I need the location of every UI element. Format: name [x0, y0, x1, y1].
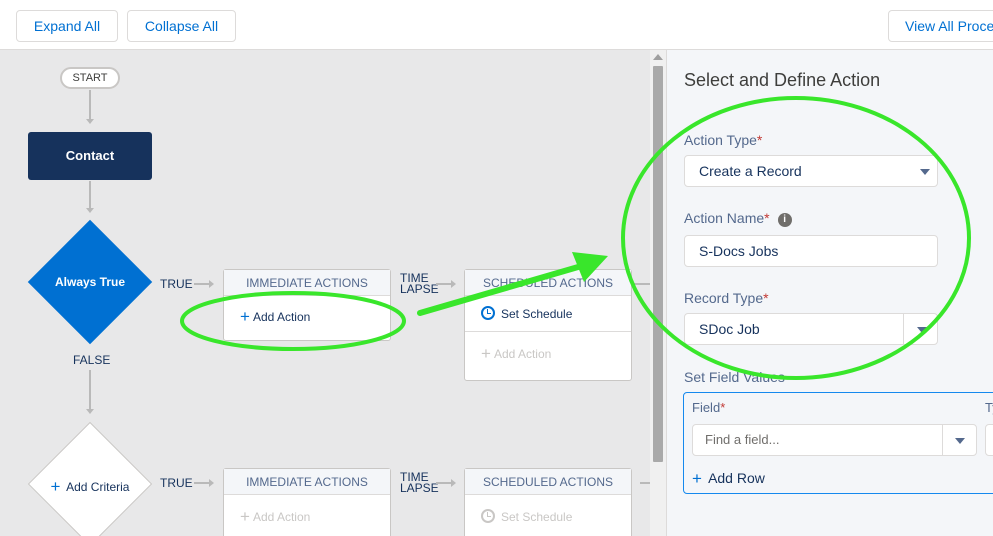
- required-marker: *: [763, 290, 769, 306]
- connector-line: [640, 482, 650, 484]
- action-type-label-text: Action Type: [684, 132, 757, 148]
- find-field-input[interactable]: Find a field...: [692, 424, 977, 456]
- connector-line: [194, 482, 210, 484]
- lapse-text: LAPSE: [400, 282, 439, 296]
- immediate-actions-header: IMMEDIATE ACTIONS: [224, 270, 390, 296]
- scroll-up-icon[interactable]: [653, 54, 663, 60]
- set-schedule-link-disabled: Set Schedule: [465, 495, 631, 531]
- action-type-label: Action Type*: [684, 132, 762, 148]
- plus-icon: +: [240, 307, 250, 326]
- chevron-down-icon: [917, 327, 927, 333]
- top-toolbar: Expand All Collapse All View All Proce: [0, 0, 993, 50]
- time-lapse-label: TIME LAPSE: [400, 272, 439, 296]
- plus-icon: +: [240, 507, 250, 526]
- arrow-down-icon: [86, 208, 94, 213]
- record-type-select[interactable]: SDoc Job: [684, 313, 938, 345]
- expand-all-button[interactable]: Expand All: [16, 10, 118, 42]
- add-row-button[interactable]: + Add Row: [692, 469, 765, 489]
- set-schedule-label: Set Schedule: [501, 307, 573, 321]
- arrow-right-icon: [209, 280, 214, 288]
- clock-icon: [481, 306, 495, 320]
- add-criteria-label[interactable]: + Add Criteria: [30, 477, 150, 497]
- connector-line: [633, 283, 650, 285]
- record-type-value: SDoc Job: [699, 321, 760, 337]
- add-action-link-disabled: + Add Action: [465, 332, 631, 376]
- required-marker: *: [720, 400, 726, 415]
- arrow-right-icon: [451, 280, 456, 288]
- action-name-input[interactable]: S-Docs Jobs: [684, 235, 938, 267]
- clock-icon: [481, 509, 495, 523]
- false-label: FALSE: [73, 353, 111, 367]
- chevron-down-icon: [955, 438, 965, 444]
- panel-title: Select and Define Action: [684, 70, 881, 90]
- add-action-link[interactable]: + Add Action: [224, 296, 390, 338]
- connector-line: [194, 283, 210, 285]
- plus-icon: +: [50, 477, 61, 496]
- info-icon[interactable]: i: [777, 213, 792, 227]
- add-action-label: Add Action: [252, 310, 311, 324]
- add-row-label: Add Row: [708, 470, 765, 486]
- view-all-processes-button[interactable]: View All Proce: [888, 10, 993, 42]
- field-divider: [942, 425, 943, 455]
- true-label: TRUE: [160, 277, 193, 291]
- field-divider: [903, 314, 904, 344]
- arrow-right-icon: [209, 479, 214, 487]
- arrow-down-icon: [86, 119, 94, 124]
- connector-line: [436, 482, 452, 484]
- set-schedule-label: Set Schedule: [501, 510, 573, 524]
- plus-icon: +: [692, 469, 702, 488]
- action-name-label: Action Name* i: [684, 210, 792, 227]
- object-node-contact[interactable]: Contact: [28, 132, 152, 180]
- add-action-link-disabled: + Add Action: [224, 495, 390, 531]
- true-label: TRUE: [160, 476, 193, 490]
- action-type-select[interactable]: Create a Record: [684, 155, 938, 187]
- chevron-down-icon: [920, 169, 930, 175]
- connector-line: [89, 181, 91, 209]
- required-marker: *: [756, 132, 763, 148]
- collapse-all-button[interactable]: Collapse All: [127, 10, 236, 42]
- record-type-label: Record Type*: [684, 290, 769, 306]
- scheduled-actions-box: SCHEDULED ACTIONS Set Schedule: [464, 468, 632, 536]
- define-action-panel: Select and Define Action Action Type* Cr…: [666, 50, 993, 536]
- connector-line: [436, 283, 452, 285]
- scrollbar-thumb[interactable]: [653, 66, 663, 462]
- start-node: START: [60, 67, 120, 89]
- scheduled-actions-header: SCHEDULED ACTIONS: [465, 469, 631, 495]
- field-values-box: Field* Ty Find a field... + Add Row: [683, 392, 993, 494]
- immediate-actions-box: IMMEDIATE ACTIONS + Add Action: [223, 269, 391, 341]
- record-type-label-text: Record Type: [684, 290, 764, 306]
- set-field-values-label: Set Field Values: [684, 369, 785, 385]
- scheduled-actions-box: SCHEDULED ACTIONS Set Schedule + Add Acti…: [464, 269, 632, 381]
- type-select-partial[interactable]: [985, 424, 993, 456]
- type-column-label: Ty: [985, 400, 993, 415]
- add-action-label: Add Action: [493, 347, 552, 361]
- find-field-placeholder: Find a field...: [705, 432, 780, 447]
- action-name-label-text: Action Name: [684, 210, 765, 226]
- time-lapse-label: TIME LAPSE: [400, 471, 439, 495]
- connector-line: [89, 370, 91, 410]
- arrow-right-icon: [451, 479, 456, 487]
- plus-icon: +: [481, 344, 491, 363]
- set-schedule-link[interactable]: Set Schedule: [465, 296, 631, 332]
- add-action-label: Add Action: [252, 510, 311, 524]
- arrow-down-icon: [86, 409, 94, 414]
- connector-line: [89, 90, 91, 120]
- lapse-text: LAPSE: [400, 481, 439, 495]
- scheduled-actions-header: SCHEDULED ACTIONS: [465, 270, 631, 296]
- immediate-actions-box: IMMEDIATE ACTIONS + Add Action: [223, 468, 391, 536]
- field-column-label-text: Field: [692, 400, 721, 415]
- required-marker: *: [764, 210, 770, 226]
- immediate-actions-header: IMMEDIATE ACTIONS: [224, 469, 390, 495]
- field-column-label: Field*: [692, 400, 725, 415]
- action-type-value: Create a Record: [699, 163, 802, 179]
- add-criteria-text: Add Criteria: [66, 480, 130, 494]
- criteria-label: Always True: [54, 275, 126, 289]
